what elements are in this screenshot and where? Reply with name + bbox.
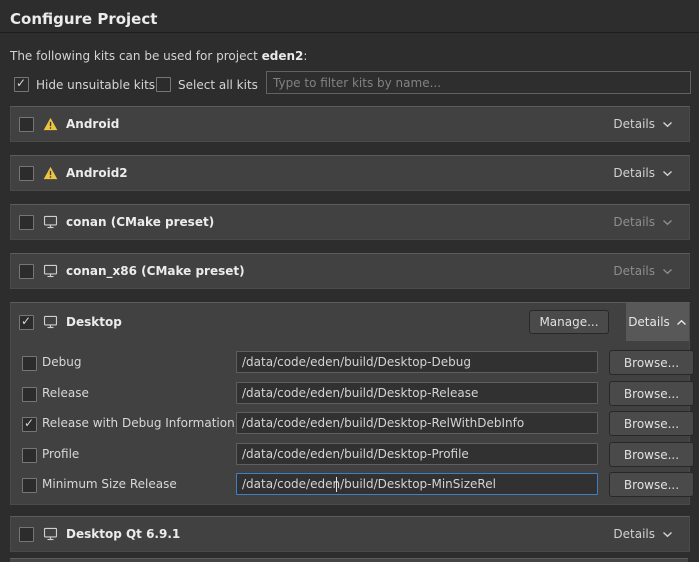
build-config-row-release: Release Browse...	[11, 381, 689, 407]
checkbox-icon[interactable]	[14, 77, 29, 92]
build-config-row-debug: Debug Browse...	[11, 350, 689, 376]
text-caret	[336, 477, 337, 492]
kit-row-desktop: Desktop Manage... Details	[11, 303, 689, 341]
select-all-checkbox[interactable]: Select all kits	[156, 77, 258, 92]
build-config-row-minsizerel: Minimum Size Release Browse...	[11, 472, 689, 498]
kit-row-conan-x86: conan_x86 (CMake preset) Details	[10, 253, 690, 289]
desktop-computer-icon	[42, 264, 58, 279]
build-dir-input[interactable]	[236, 473, 598, 495]
config-checkbox[interactable]	[22, 356, 37, 371]
kit-panel-desktop: Desktop Manage... Details Debug Browse..…	[10, 302, 690, 505]
intro-text: The following kits can be used for proje…	[10, 49, 307, 63]
config-label: Debug	[42, 355, 81, 369]
chevron-down-icon	[662, 170, 673, 177]
kit-checkbox[interactable]	[19, 117, 34, 132]
config-checkbox[interactable]	[22, 417, 37, 432]
kit-row-desktop-qt: Desktop Qt 6.9.1 Details	[10, 516, 690, 552]
config-label: Release with Debug Information	[42, 416, 235, 430]
details-toggle[interactable]: Details	[613, 264, 673, 278]
config-checkbox[interactable]	[22, 448, 37, 463]
browse-button[interactable]: Browse...	[609, 350, 694, 375]
build-config-row-relwithdebinfo: Release with Debug Information Browse...	[11, 411, 689, 437]
desktop-computer-icon	[42, 315, 58, 330]
details-label: Details	[613, 215, 655, 229]
build-dir-field	[236, 351, 598, 375]
browse-button[interactable]: Browse...	[609, 381, 694, 406]
details-toggle[interactable]: Details	[626, 303, 689, 341]
build-dir-field	[236, 382, 598, 406]
configure-project-panel: Configure Project The following kits can…	[0, 0, 699, 562]
kit-name: Android	[66, 117, 119, 131]
kit-row-partial	[10, 558, 688, 562]
chevron-down-icon	[662, 531, 673, 538]
config-label: Profile	[42, 447, 79, 461]
config-label: Minimum Size Release	[42, 477, 177, 491]
kit-name: conan (CMake preset)	[66, 215, 214, 229]
details-toggle[interactable]: Details	[613, 215, 673, 229]
kit-checkbox[interactable]	[19, 315, 34, 330]
build-dir-field	[236, 443, 598, 467]
kit-name: Desktop	[66, 315, 122, 329]
config-label: Release	[42, 386, 89, 400]
build-dir-field-focused	[236, 473, 598, 497]
kit-name: conan_x86 (CMake preset)	[66, 264, 245, 278]
kit-row-android: Android Details	[10, 106, 690, 142]
build-dir-input[interactable]	[236, 412, 598, 434]
config-checkbox[interactable]	[22, 478, 37, 493]
kit-checkbox[interactable]	[19, 264, 34, 279]
warning-icon	[42, 166, 58, 181]
build-dir-input[interactable]	[236, 443, 598, 465]
kit-checkbox[interactable]	[19, 527, 34, 542]
hide-unsuitable-checkbox[interactable]: Hide unsuitable kits	[14, 77, 155, 92]
build-config-row-profile: Profile Browse...	[11, 442, 689, 468]
browse-button[interactable]: Browse...	[609, 442, 694, 467]
build-dir-input[interactable]	[236, 351, 598, 373]
filter-input[interactable]	[266, 71, 691, 94]
build-dir-input[interactable]	[236, 382, 598, 404]
chevron-down-icon	[662, 268, 673, 275]
kit-name: Android2	[66, 166, 128, 180]
details-label: Details	[613, 527, 655, 541]
details-label: Details	[628, 315, 670, 329]
kit-name: Desktop Qt 6.9.1	[66, 527, 180, 541]
page-title: Configure Project	[10, 10, 157, 28]
details-label: Details	[613, 117, 655, 131]
details-label: Details	[613, 166, 655, 180]
warning-icon	[42, 117, 58, 132]
config-checkbox[interactable]	[22, 387, 37, 402]
divider	[0, 32, 699, 33]
project-name: eden2	[262, 49, 304, 63]
desktop-computer-icon	[42, 527, 58, 542]
hide-unsuitable-label: Hide unsuitable kits	[36, 78, 155, 92]
kit-checkbox[interactable]	[19, 215, 34, 230]
chevron-down-icon	[662, 121, 673, 128]
build-dir-field	[236, 412, 598, 436]
chevron-up-icon	[676, 319, 687, 326]
browse-button[interactable]: Browse...	[609, 411, 694, 436]
desktop-computer-icon	[42, 215, 58, 230]
details-toggle[interactable]: Details	[613, 527, 673, 541]
select-all-label: Select all kits	[178, 78, 258, 92]
details-toggle[interactable]: Details	[613, 117, 673, 131]
intro-suffix: :	[303, 49, 307, 63]
details-label: Details	[613, 264, 655, 278]
kit-row-android2: Android2 Details	[10, 155, 690, 191]
kit-checkbox[interactable]	[19, 166, 34, 181]
kit-row-conan: conan (CMake preset) Details	[10, 204, 690, 240]
manage-kits-button[interactable]: Manage...	[529, 310, 609, 334]
intro-prefix: The following kits can be used for proje…	[10, 49, 262, 63]
kit-filter	[266, 71, 691, 94]
browse-button[interactable]: Browse...	[609, 472, 694, 497]
chevron-down-icon	[662, 219, 673, 226]
checkbox-icon[interactable]	[156, 77, 171, 92]
details-toggle[interactable]: Details	[613, 166, 673, 180]
